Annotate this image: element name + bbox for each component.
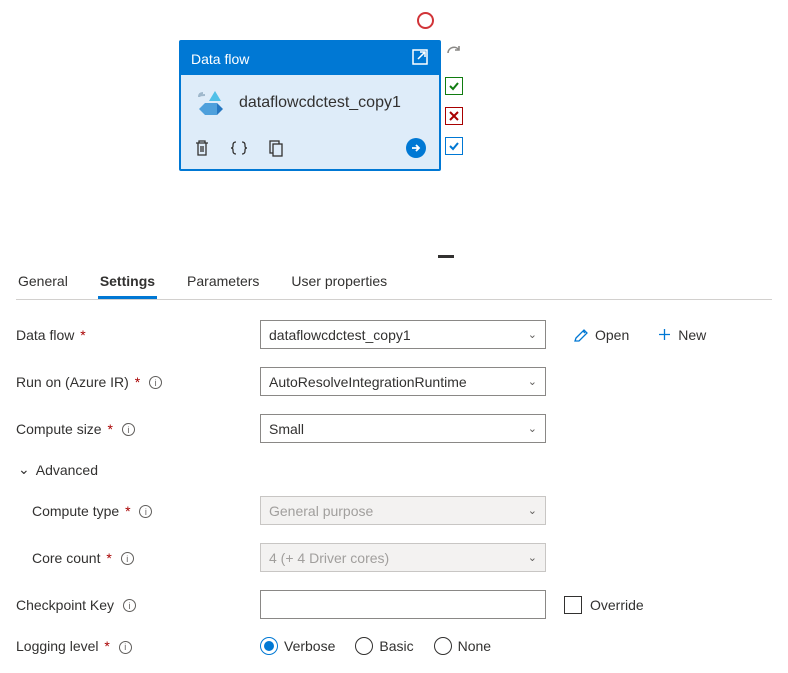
select-core-count: 4 (+ 4 Driver cores) ⌄ [260, 543, 546, 572]
row-checkpoint: Checkpoint Key i Override [16, 590, 772, 619]
chevron-down-icon: ⌄ [528, 551, 537, 564]
tab-user-properties[interactable]: User properties [289, 267, 389, 299]
braces-icon[interactable] [229, 138, 249, 158]
status-success-icon[interactable] [445, 77, 463, 95]
select-dataflow[interactable]: dataflowcdctest_copy1 ⌄ [260, 320, 546, 349]
row-dataflow: Data flow * dataflowcdctest_copy1 ⌄ Open… [16, 320, 772, 349]
label-core-count: Core count * i [16, 550, 260, 566]
activity-canvas: Data flow dataflowcdctest_copy1 [179, 40, 441, 171]
radio-circle-icon [434, 637, 452, 655]
dataflow-activity-card[interactable]: Data flow dataflowcdctest_copy1 [179, 40, 441, 171]
info-icon[interactable]: i [139, 505, 152, 518]
select-compute-size-value: Small [269, 421, 304, 437]
resize-handle[interactable] [438, 255, 454, 258]
select-run-on-value: AutoResolveIntegrationRuntime [269, 374, 467, 390]
radio-group-logging: Verbose Basic None [260, 637, 491, 655]
select-dataflow-value: dataflowcdctest_copy1 [269, 327, 411, 343]
status-indicators [445, 44, 463, 155]
input-checkpoint-key[interactable] [260, 590, 546, 619]
row-run-on: Run on (Azure IR) * i AutoResolveIntegra… [16, 367, 772, 396]
delete-icon[interactable] [193, 138, 211, 158]
info-icon[interactable]: i [149, 376, 162, 389]
row-compute-type: Compute type * i General purpose ⌄ [16, 496, 772, 525]
select-compute-size[interactable]: Small ⌄ [260, 414, 546, 443]
radio-verbose[interactable]: Verbose [260, 637, 335, 655]
label-override: Override [590, 597, 644, 613]
radio-none[interactable]: None [434, 637, 491, 655]
row-core-count: Core count * i 4 (+ 4 Driver cores) ⌄ [16, 543, 772, 572]
chevron-down-icon: ⌄ [528, 422, 537, 435]
annotation-circle [417, 12, 434, 29]
radio-circle-icon [260, 637, 278, 655]
new-button[interactable]: New [657, 327, 706, 343]
settings-form: Data flow * dataflowcdctest_copy1 ⌄ Open… [16, 320, 772, 673]
select-run-on[interactable]: AutoResolveIntegrationRuntime ⌄ [260, 367, 546, 396]
activity-name: dataflowcdctest_copy1 [239, 94, 401, 112]
chevron-down-icon: ⌄ [18, 461, 30, 478]
checkbox-override[interactable] [564, 596, 582, 614]
tab-parameters[interactable]: Parameters [185, 267, 261, 299]
status-fail-icon[interactable] [445, 107, 463, 125]
label-dataflow: Data flow * [16, 327, 260, 343]
info-icon[interactable]: i [122, 423, 135, 436]
dataflow-icon [193, 85, 229, 121]
info-icon[interactable]: i [119, 641, 132, 654]
label-compute-type: Compute type * i [16, 503, 260, 519]
label-logging: Logging level * i [16, 638, 260, 654]
label-run-on: Run on (Azure IR) * i [16, 374, 260, 390]
open-external-icon[interactable] [411, 48, 429, 69]
label-compute-size: Compute size * i [16, 421, 260, 437]
copy-icon[interactable] [267, 138, 285, 158]
card-footer [181, 131, 439, 169]
radio-basic[interactable]: Basic [355, 637, 413, 655]
tab-bar: General Settings Parameters User propert… [16, 267, 772, 300]
select-core-count-value: 4 (+ 4 Driver cores) [269, 550, 389, 566]
info-icon[interactable]: i [121, 552, 134, 565]
label-checkpoint: Checkpoint Key i [16, 597, 260, 613]
advanced-toggle[interactable]: ⌄ Advanced [18, 461, 772, 478]
tab-settings[interactable]: Settings [98, 267, 157, 299]
info-icon[interactable]: i [123, 599, 136, 612]
select-compute-type-value: General purpose [269, 503, 373, 519]
arrow-right-circle-icon[interactable] [405, 137, 427, 159]
status-check-icon[interactable] [445, 137, 463, 155]
chevron-down-icon: ⌄ [528, 328, 537, 341]
card-header: Data flow [181, 42, 439, 75]
select-compute-type: General purpose ⌄ [260, 496, 546, 525]
row-compute-size: Compute size * i Small ⌄ [16, 414, 772, 443]
chevron-down-icon: ⌄ [528, 504, 537, 517]
card-body: dataflowcdctest_copy1 [181, 75, 439, 131]
redo-icon[interactable] [445, 44, 463, 65]
open-button[interactable]: Open [574, 327, 629, 343]
card-header-label: Data flow [191, 51, 249, 67]
tab-general[interactable]: General [16, 267, 70, 299]
radio-circle-icon [355, 637, 373, 655]
chevron-down-icon: ⌄ [528, 375, 537, 388]
row-logging: Logging level * i Verbose Basic None [16, 637, 772, 655]
